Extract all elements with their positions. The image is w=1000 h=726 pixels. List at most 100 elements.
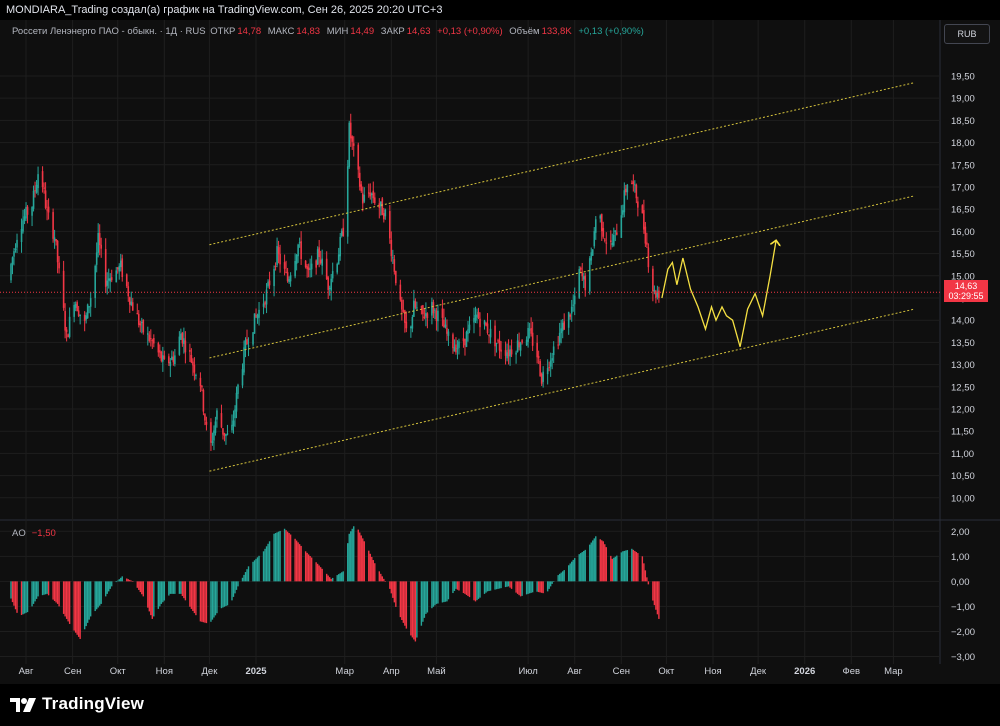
ao-bar [521,581,523,596]
candle-body [452,334,454,349]
ao-bar [527,581,529,594]
ao-bar [446,581,448,602]
ao-bar [295,540,298,582]
candle-body [183,338,185,344]
ao-bar [274,533,277,582]
candle-body [258,309,260,318]
candle-body [46,209,48,211]
currency-button[interactable]: RUB [944,24,990,44]
candle-body [95,252,98,265]
ao-bar [300,545,302,582]
candle-body [637,201,639,208]
ao-bar [214,581,217,616]
ao-bar [622,551,624,582]
ao-bar [210,581,212,622]
ao-bar [86,581,89,623]
ao-bar [26,581,29,613]
ao-bar [192,581,194,611]
ao-bar [384,581,387,582]
ao-bar [32,581,35,604]
ao-bar [611,558,613,582]
ao-bar [395,581,397,607]
ao-bar [330,578,332,582]
candle-body [34,190,36,192]
ao-bar [561,571,564,582]
candle-body [373,197,376,204]
symbol-name: Россети Ленэнерго ПАО - обыкн. · 1Д · RU… [12,26,206,37]
candle-body [578,269,581,298]
ao-bar [574,558,576,582]
ao-bar [620,552,623,582]
candle-body [581,272,584,277]
candle-body [546,368,549,375]
candle-body [432,302,435,314]
candle-body [74,304,77,308]
ao-bar [350,531,352,582]
candle-body [416,307,418,309]
candle-body [222,428,224,435]
candle-body [437,310,439,322]
ao-bar [581,552,583,582]
ao-tick-label: −2,00 [951,627,975,638]
ao-bar [298,544,301,582]
candle-body [31,207,33,216]
ao-bar [399,581,402,618]
ao-bar [658,581,660,619]
ao-bar [602,541,604,582]
candle-body [527,327,529,342]
price-tick-label: 11,00 [951,449,974,460]
ao-bar [111,581,113,587]
ao-bar [108,581,110,592]
candle-body [223,433,226,436]
candle-body [62,270,65,308]
tradingview-logo[interactable]: TradingView [10,694,144,714]
ao-bar [426,581,429,613]
price-chart[interactable]: 19,50 19,00 18,50 18,00 17,50 17,00 16,50 16,00… [0,20,1000,684]
candle-body [216,410,218,420]
ao-bar [171,581,173,594]
candle-body [178,336,181,355]
ao-bar [83,581,86,630]
forecast-path [661,240,776,347]
candle-body [26,206,29,215]
candle-body [160,351,163,361]
ao-bar [85,581,87,627]
candle-body [414,301,417,308]
ao-bar [589,544,591,582]
candle-body [172,356,175,363]
ao-bar [506,581,508,587]
high-label: МАКС [267,26,295,37]
ao-bar [190,581,193,609]
ao-bar [46,581,48,594]
ao-bar [129,579,131,582]
ao-bar [264,548,266,582]
candle-body [307,267,310,271]
candle-body [277,247,280,255]
candle-body [97,233,99,253]
ao-bar [225,581,227,607]
ao-bar [62,581,65,614]
candle-body [163,355,166,359]
candle-body [295,255,298,264]
candle-body [488,334,490,336]
ao-bar [539,581,541,593]
ao-bar [525,581,528,595]
ao-bar [277,531,280,582]
footer [0,684,1000,726]
candle-body [405,321,408,329]
bar-countdown: 03:29:55 [948,291,984,301]
candle-body [468,324,471,331]
ao-bar [163,581,166,601]
ao-bar [318,565,320,582]
ao-bar [641,556,644,582]
candle-body [336,263,339,273]
candle-body [561,322,564,332]
oscillator-value: −1,50 [31,528,56,539]
ao-bar [331,577,334,582]
candle-body [530,328,532,334]
ao-bar [583,550,585,582]
candle-body [614,230,617,232]
candle-body [148,334,151,341]
ao-bar [11,581,14,603]
candle-body [171,356,173,360]
